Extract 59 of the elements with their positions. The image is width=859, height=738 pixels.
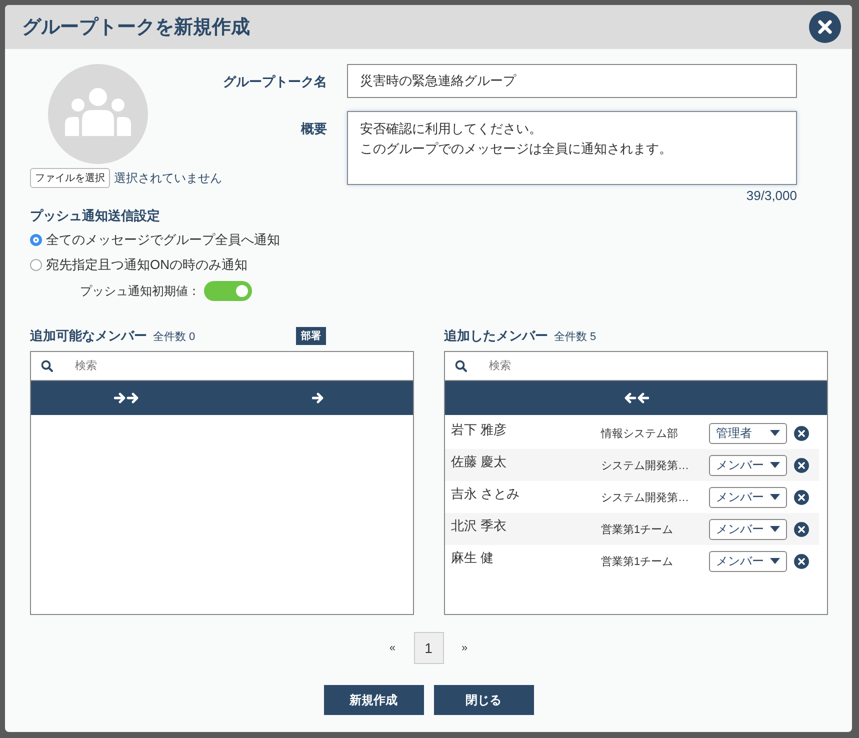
member-department: 情報システム部 — [601, 426, 679, 440]
remove-icon[interactable] — [794, 490, 809, 504]
caret-icon — [770, 430, 780, 436]
summary-text-line: 安否確認に利用してください。 — [360, 120, 543, 138]
search-field[interactable]: 検索 — [73, 352, 413, 380]
create-button[interactable]: 新規作成 — [324, 685, 424, 715]
character-counter: 39/3,000 — [746, 188, 797, 203]
radio-option[interactable]: 宛先指定且つ通知ONの時のみ通知 — [30, 256, 248, 274]
close-button[interactable]: 閉じる — [434, 685, 534, 715]
caret-icon — [770, 462, 780, 468]
member-name: 岩下 雅彦 — [451, 421, 508, 439]
department-button[interactable]: 部署 — [296, 327, 326, 345]
next-page-link[interactable]: » — [458, 642, 472, 654]
close-icon[interactable] — [809, 11, 841, 43]
remove-icon[interactable] — [794, 426, 809, 440]
search-field[interactable]: 検索 — [487, 352, 827, 380]
remove-icon[interactable] — [794, 554, 809, 568]
member-name: 佐藤 慶太 — [451, 453, 508, 471]
summary-text-line: このグループでのメッセージは全員に通知されます。 — [360, 140, 673, 158]
previous-page-link[interactable]: « — [385, 642, 400, 654]
member-department: 営業第1チーム — [601, 554, 674, 568]
role-select[interactable]: メンバー — [709, 486, 787, 508]
remove-icon[interactable] — [794, 458, 809, 472]
role-select[interactable]: 管理者 — [709, 422, 787, 444]
radio-option[interactable]: 全てのメッセージでグループ全員へ通知 — [30, 231, 280, 249]
panel-title: 追加したメンバー — [444, 327, 548, 345]
member-count: 全件数 5 — [554, 330, 596, 344]
panel-title: 追加可能なメンバー — [30, 327, 147, 345]
role-select[interactable]: メンバー — [709, 518, 787, 540]
member-department: システム開発第… — [601, 458, 690, 472]
member-count: 全件数 0 — [153, 330, 196, 344]
search-icon — [41, 360, 53, 372]
remove-icon[interactable] — [794, 522, 809, 536]
group-avatar-icon — [48, 64, 148, 164]
dialog-title: グループトークを新規作成 — [22, 16, 250, 40]
remove-all-arrows-icon[interactable] — [623, 392, 649, 404]
group-name-label: グループトーク名 — [222, 73, 327, 91]
member-name: 吉永 さとみ — [451, 485, 521, 503]
member-name: 北沢 季衣 — [451, 517, 508, 535]
add-arrow-icon[interactable] — [312, 392, 324, 404]
member-name: 麻生 健 — [451, 549, 495, 567]
add-all-arrows-icon[interactable] — [114, 392, 140, 404]
toggle-switch[interactable] — [204, 281, 252, 301]
choose-file-button[interactable]: ファイルを選択 — [30, 168, 110, 188]
role-select[interactable]: メンバー — [709, 550, 787, 572]
caret-icon — [770, 494, 780, 500]
role-select[interactable]: メンバー — [709, 454, 787, 476]
caret-icon — [770, 526, 780, 532]
page-number[interactable]: 1 — [414, 632, 444, 664]
push-default-label: プッシュ通知初期値： — [80, 282, 200, 300]
caret-icon — [770, 558, 780, 564]
member-department: 営業第1チーム — [601, 522, 674, 536]
summary-label: 概要 — [300, 120, 327, 138]
group-name-field[interactable]: 災害時の緊急連絡グループ — [347, 64, 797, 98]
member-department: システム開発第… — [601, 490, 690, 504]
push-settings-heading: プッシュ通知送信設定 — [30, 207, 160, 225]
search-icon — [455, 360, 467, 372]
summary-field[interactable]: 安否確認に利用してください。 このグループでのメッセージは全員に通知されます。 — [347, 111, 797, 185]
file-status: 選択されていません — [114, 170, 222, 186]
